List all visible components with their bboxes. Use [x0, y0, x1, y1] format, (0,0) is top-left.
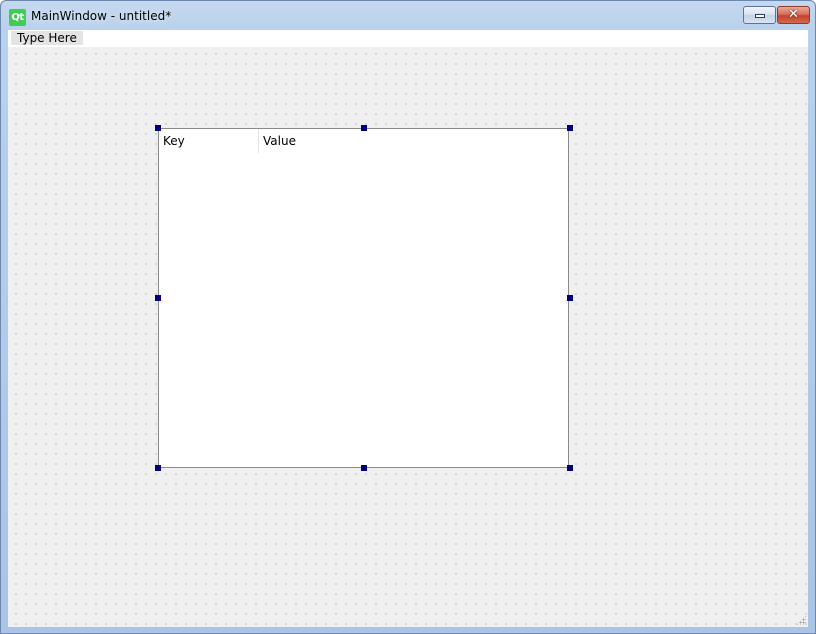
resize-handle-top-right[interactable]	[567, 125, 573, 131]
resize-handle-bottom[interactable]	[361, 465, 367, 471]
tree-header: Key Value	[159, 129, 568, 155]
main-window: Qt MainWindow - untitled* ✕ Type Here Ke…	[0, 0, 816, 634]
resize-handle-top[interactable]	[361, 125, 367, 131]
resize-handle-bottom-left[interactable]	[155, 465, 161, 471]
form-canvas[interactable]: Key Value	[8, 47, 808, 627]
resize-handle-right[interactable]	[567, 295, 573, 301]
minimize-icon	[755, 14, 765, 18]
column-header-value[interactable]: Value	[259, 129, 568, 153]
size-grip-icon[interactable]	[796, 615, 806, 625]
tree-widget[interactable]: Key Value	[158, 128, 569, 468]
column-header-key[interactable]: Key	[159, 129, 259, 153]
window-title: MainWindow - untitled*	[31, 9, 172, 23]
resize-handle-bottom-right[interactable]	[567, 465, 573, 471]
title-bar[interactable]: Qt MainWindow - untitled* ✕	[1, 1, 815, 31]
menu-bar: Type Here	[8, 30, 808, 47]
resize-handle-top-left[interactable]	[155, 125, 161, 131]
close-button[interactable]: ✕	[777, 6, 810, 24]
qt-logo-icon: Qt	[9, 9, 26, 26]
resize-handle-left[interactable]	[155, 295, 161, 301]
menu-item-type-here[interactable]: Type Here	[11, 31, 83, 45]
minimize-button[interactable]	[743, 6, 776, 24]
